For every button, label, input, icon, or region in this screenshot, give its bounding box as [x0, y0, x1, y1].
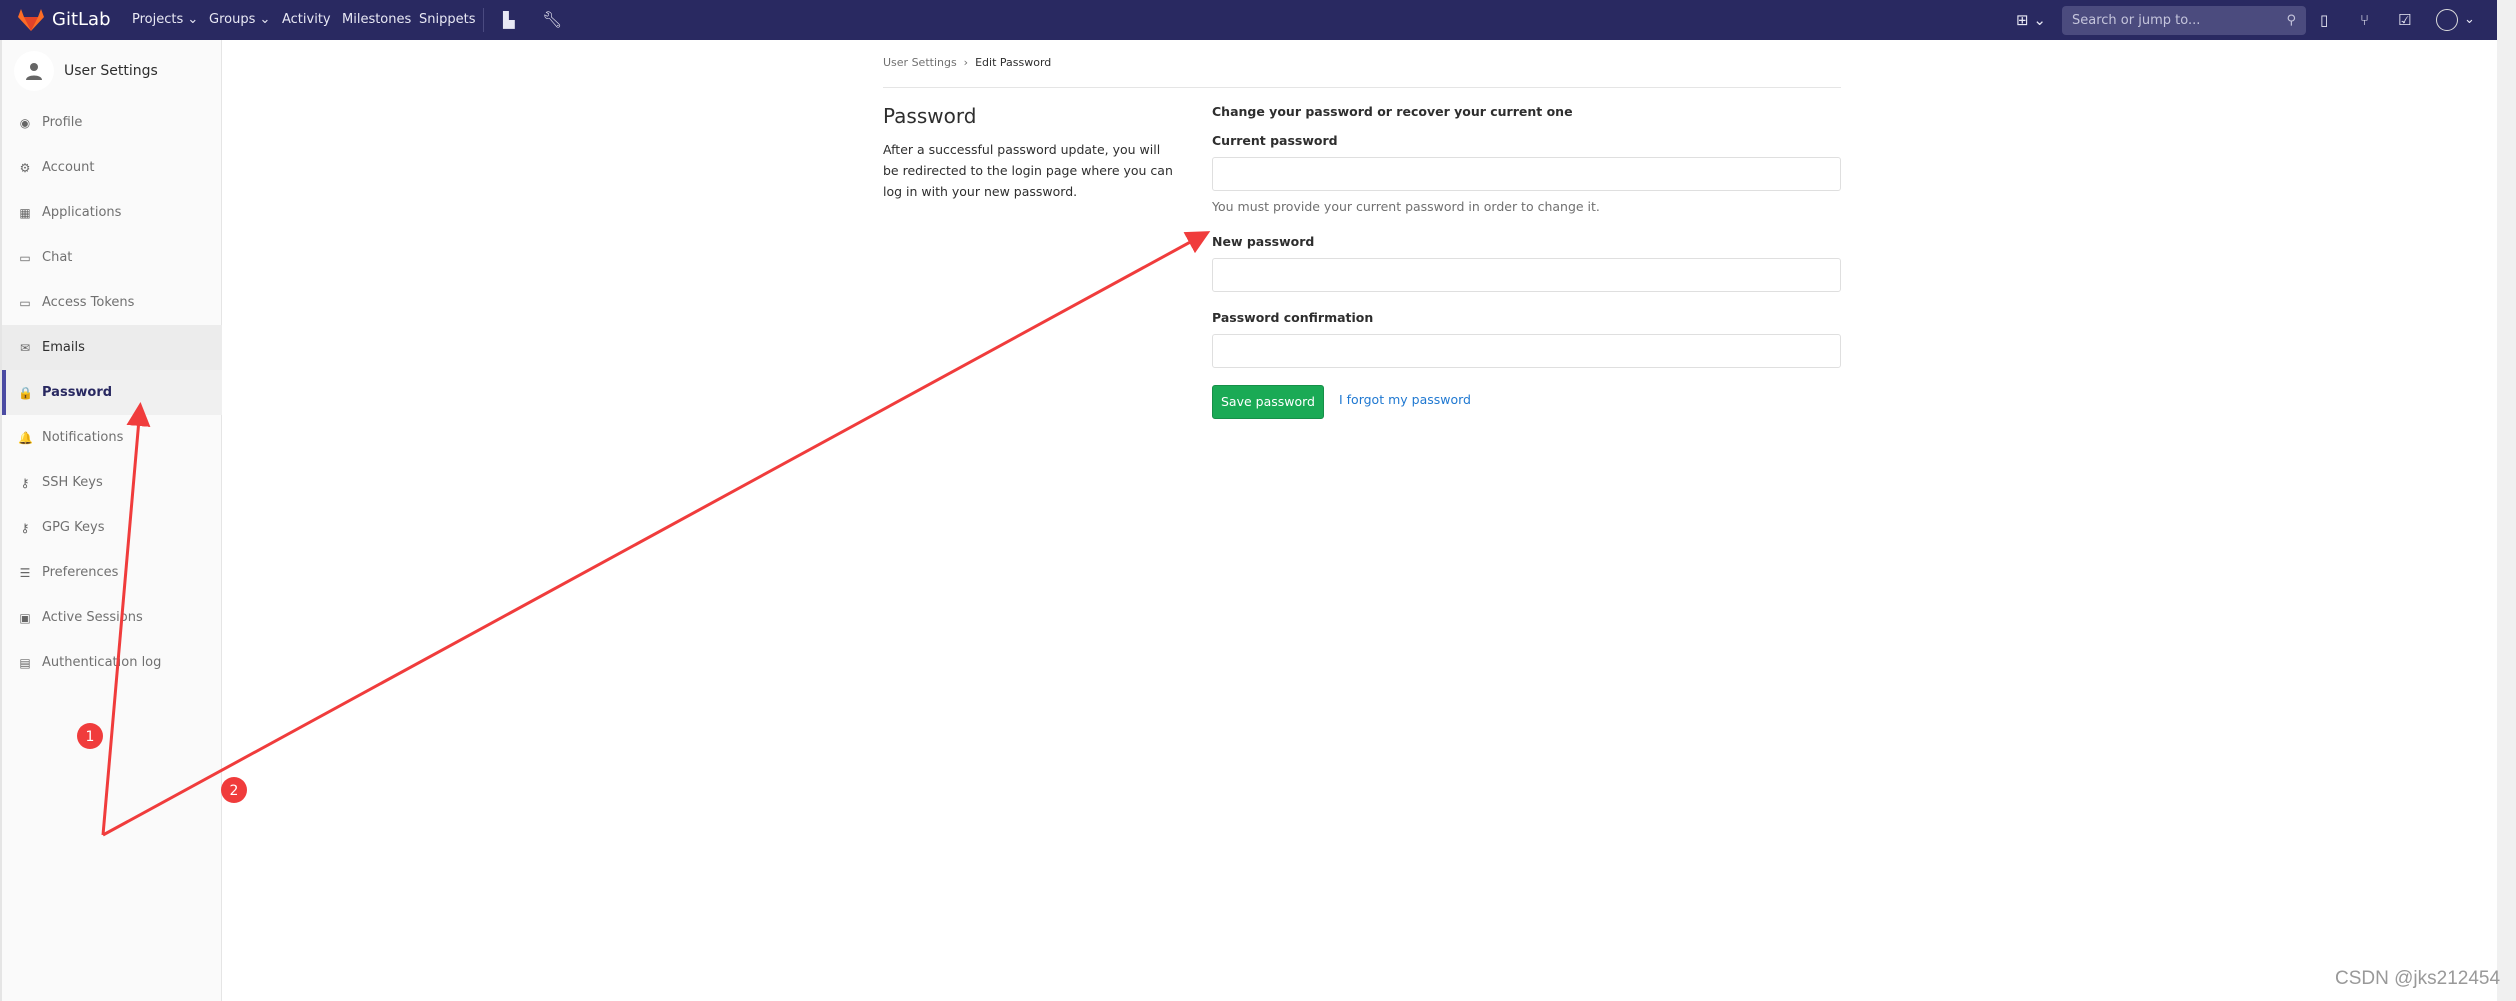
- current-password-input[interactable]: [1212, 157, 1841, 191]
- user-avatar-icon[interactable]: [2436, 9, 2458, 31]
- gitlab-logo-icon[interactable]: [18, 9, 44, 31]
- lock-icon: 🔒: [18, 385, 33, 400]
- sidebar-item-profile[interactable]: ◉ Profile: [2, 100, 222, 145]
- envelope-icon: ✉: [19, 340, 31, 355]
- breadcrumb: User Settings › Edit Password: [883, 56, 1052, 69]
- nav-groups[interactable]: Groups ⌄: [209, 0, 270, 40]
- new-password-label: New password: [1212, 234, 1315, 249]
- chat-icon: ▭: [19, 250, 31, 265]
- sidebar-item-chat[interactable]: ▭ Chat: [2, 235, 222, 280]
- sidebar-item-label: Password: [42, 385, 113, 400]
- annotation-overlay: 1 2: [77, 231, 1211, 837]
- search-input[interactable]: Search or jump to... ⚲: [2062, 6, 2306, 35]
- password-confirmation-input[interactable]: [1212, 334, 1841, 368]
- current-password-help: You must provide your current password i…: [1212, 199, 1600, 214]
- search-icon: ⚲: [2286, 13, 2296, 28]
- nav-activity[interactable]: Activity: [282, 0, 331, 40]
- sidebar-item-label: Authentication log: [42, 655, 162, 670]
- sidebar-item-label: Profile: [42, 115, 83, 130]
- save-password-button[interactable]: Save password: [1212, 385, 1324, 419]
- watermark: CSDN @jks212454: [2335, 968, 2501, 989]
- sidebar-item-ssh-keys[interactable]: ⚷ SSH Keys: [2, 460, 222, 505]
- chart-icon[interactable]: ▙: [503, 0, 515, 40]
- key-icon: ⚷: [20, 520, 30, 535]
- sidebar-item-password[interactable]: 🔒 Password: [2, 370, 222, 415]
- svg-text:2: 2: [230, 783, 239, 799]
- form-heading: Change your password or recover your cur…: [1212, 104, 1573, 119]
- sidebar-title: User Settings: [64, 63, 158, 79]
- nav-divider: [483, 8, 484, 32]
- brand-name[interactable]: GitLab: [52, 0, 111, 40]
- todo-icon[interactable]: ☑: [2398, 0, 2411, 40]
- nav-projects[interactable]: Projects ⌄: [132, 0, 198, 40]
- forgot-password-link[interactable]: I forgot my password: [1339, 392, 1471, 407]
- sidebar-item-label: Access Tokens: [42, 295, 135, 310]
- sidebar-item-authentication-log[interactable]: ▤ Authentication log: [2, 640, 222, 685]
- password-confirmation-label: Password confirmation: [1212, 310, 1374, 325]
- bell-icon: 🔔: [18, 430, 33, 445]
- monitor-icon: ▣: [19, 610, 31, 625]
- nav-snippets[interactable]: Snippets: [419, 0, 475, 40]
- page-title: Password: [883, 104, 977, 128]
- annotation-arrow-2: [102, 231, 1211, 837]
- plus-dropdown-icon[interactable]: ⊞ ⌄: [2016, 0, 2046, 40]
- sidebar-item-label: GPG Keys: [42, 520, 105, 535]
- applications-icon: ▦: [19, 205, 31, 220]
- scrollbar[interactable]: [2497, 0, 2516, 1001]
- sidebar-item-label: Active Sessions: [42, 610, 143, 625]
- sidebar-item-label: Applications: [42, 205, 122, 220]
- annotation-badge-2: 2: [221, 777, 247, 803]
- sidebar-item-emails[interactable]: ✉ Emails: [2, 325, 222, 370]
- sidebar-item-active-sessions[interactable]: ▣ Active Sessions: [2, 595, 222, 640]
- token-icon: ▭: [19, 295, 31, 310]
- sidebar-item-label: SSH Keys: [42, 475, 103, 490]
- sidebar-header: User Settings: [14, 50, 158, 92]
- current-password-label: Current password: [1212, 133, 1338, 148]
- sidebar-item-preferences[interactable]: ☰ Preferences: [2, 550, 222, 595]
- sidebar-item-label: Notifications: [42, 430, 124, 445]
- breadcrumb-current: Edit Password: [975, 56, 1052, 69]
- sliders-icon: ☰: [19, 565, 31, 580]
- sidebar-item-label: Emails: [42, 340, 85, 355]
- new-password-input[interactable]: [1212, 258, 1841, 292]
- breadcrumb-parent[interactable]: User Settings: [883, 56, 957, 69]
- sidebar-item-gpg-keys[interactable]: ⚷ GPG Keys: [2, 505, 222, 550]
- nav-milestones[interactable]: Milestones: [342, 0, 411, 40]
- chevron-down-icon[interactable]: ⌄: [2464, 0, 2475, 40]
- log-icon: ▤: [19, 655, 31, 670]
- sidebar-item-account[interactable]: ⚙ Account: [2, 145, 222, 190]
- sidebar-item-label: Account: [42, 160, 95, 175]
- sidebar-item-label: Chat: [42, 250, 73, 265]
- account-icon: ⚙: [19, 160, 31, 175]
- search-placeholder: Search or jump to...: [2072, 13, 2201, 28]
- top-navbar: GitLab Projects ⌄ Groups ⌄ Activity Mile…: [0, 0, 2497, 40]
- merge-request-icon[interactable]: ⑂: [2360, 0, 2369, 40]
- key-icon: ⚷: [20, 475, 30, 490]
- sidebar-item-label: Preferences: [42, 565, 119, 580]
- issues-icon[interactable]: ▯: [2320, 0, 2328, 40]
- wrench-icon[interactable]: 🔧︎: [542, 0, 562, 40]
- sidebar-item-access-tokens[interactable]: ▭ Access Tokens: [2, 280, 222, 325]
- sidebar-item-applications[interactable]: ▦ Applications: [2, 190, 222, 235]
- divider: [883, 87, 1841, 88]
- sidebar-item-notifications[interactable]: 🔔 Notifications: [2, 415, 222, 460]
- user-icon: [14, 51, 54, 91]
- section-description: After a successful password update, you …: [883, 142, 1173, 199]
- profile-icon: ◉: [19, 115, 31, 130]
- sidebar: User Settings ◉ Profile ⚙ Account ▦ Applicati…: [0, 40, 222, 1001]
